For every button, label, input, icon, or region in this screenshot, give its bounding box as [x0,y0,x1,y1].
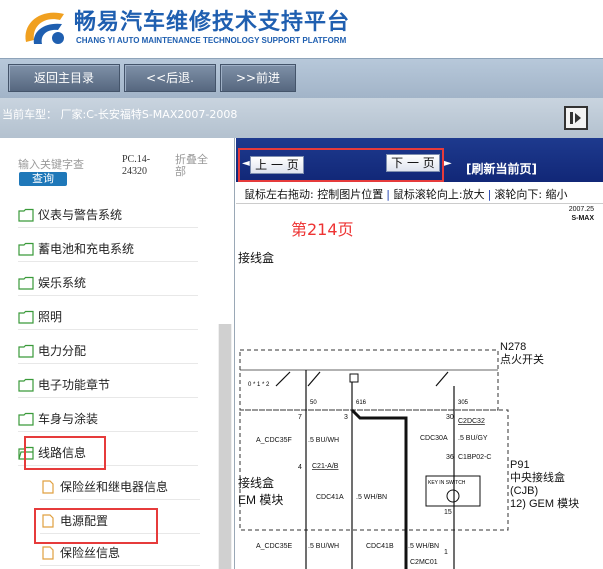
pin-4: 4 [298,464,302,471]
tree-item-instruments[interactable]: 仪表与警告系统 [18,202,198,228]
document-icon [42,479,54,494]
switch-positions: 0 * 1 * 2 [248,382,270,388]
page-navbar: ◄ 上 一 页 下 一 页 ► [刷新当前页] [236,138,603,182]
header: 畅易汽车维修技术支持平台 CHANG YI AUTO MAINTENANCE T… [0,0,603,58]
back-button[interactable]: <<后退. [124,64,216,92]
hint-drag: 鼠标左右拖动: 控制图片位置 [244,188,384,201]
num-616: 616 [356,400,367,406]
tree-item-body-paint[interactable]: 车身与涂装 [18,406,198,432]
wiring-diagram[interactable]: 2007.25 S-MAX 接线盒 接线盒 EM 模块 N278 点火开关 P9… [236,204,603,569]
wire-a-cdc35f: A_CDC35F [256,437,292,444]
main-panel: ◄ 上 一 页 下 一 页 ► [刷新当前页] 鼠标左右拖动: 控制图片位置 | 鼠… [236,138,603,569]
wire-cdc30a: CDC30A [420,435,448,442]
key-in-switch-label: KEY IN SWITCH [428,480,466,486]
tree-item-label: 蓄电池和充电系统 [38,242,135,256]
folder-icon [18,242,34,256]
pc-code: PC.14-24320 [122,154,151,177]
page-number: 第214页 [291,220,354,239]
pin-3: 3 [344,414,348,421]
document-icon [42,545,54,560]
search-button[interactable]: 查询 [19,172,67,186]
forward-button[interactable]: >>前进 [220,64,296,92]
wire-cdc41a: CDC41A [316,494,344,501]
tree-item-fuse-relay-info[interactable]: 保险丝和继电器信息 [40,474,200,500]
tree-item-label: 保险丝和继电器信息 [60,480,169,494]
brand-subtitle: CHANG YI AUTO MAINTENANCE TECHNOLOGY SUP… [76,36,347,45]
diagram-model: S-MAX [571,215,594,222]
tree-item-lighting[interactable]: 照明 [18,304,198,330]
wire-cdc30a-color: .5 BU/GY [458,435,488,442]
wire-c2dc32: C2DC32 [458,418,485,425]
tree-item-label: 保险丝信息 [60,546,121,560]
tree-item-label: 娱乐系统 [38,276,87,290]
wire-c21-ab: C21-A/B [312,463,339,470]
tree-item-power-distribution[interactable]: 电力分配 [18,338,198,364]
wire-cdc41b-color: .5 WH/BN [408,543,439,550]
wire-cdc41b: CDC41B [366,543,394,550]
folder-icon [18,208,34,222]
refresh-page-link[interactable]: [刷新当前页] [466,160,537,177]
folder-icon [18,412,34,426]
tree-item-label: 车身与涂装 [38,412,99,426]
diagram-year: 2007.25 [569,206,594,213]
sidebar: 输入关键字查 查询 PC.14-24320 折叠全部 仪表与警告系统 蓄电池和充… [0,138,235,569]
home-button[interactable]: 返回主目录 [8,64,120,92]
arrow-right-icon: ► [444,158,452,169]
wire-a-cdc35f-color: .5 BU/WH [308,437,339,444]
tree-item-label: 照明 [38,310,63,324]
tree-item-entertainment[interactable]: 娱乐系统 [18,270,198,296]
ignition-label: 点火开关 [500,352,544,366]
p91-desc-2: (CJB) [510,485,538,497]
wire-c1bp02c: C1BP02-C [458,454,491,461]
arrow-right-icon [570,112,581,124]
folder-icon [18,344,34,358]
logo-icon [25,12,64,44]
wire-a-cdc35e-color: .5 BU/WH [308,543,339,550]
hint-zoom-in: 鼠标滚轮向上:放大 [392,188,485,201]
wire-cdc41a-color: .5 WH/BN [356,494,387,501]
app-window: 畅易汽车维修技术支持平台 CHANG YI AUTO MAINTENANCE T… [0,0,603,569]
tree-item-electronic-functions[interactable]: 电子功能章节 [18,372,198,398]
pin-36: 36 [446,454,454,461]
hint-bar: 鼠标左右拖动: 控制图片位置 | 鼠标滚轮向上:放大 | 滚轮向下: 缩小 [236,182,603,204]
tree-item-battery[interactable]: 蓄电池和充电系统 [18,236,198,262]
diagram-left-text-2: 接线盒 [238,475,274,490]
search-input[interactable]: 输入关键字查 [18,156,84,172]
pin-15: 15 [444,509,452,516]
diagram-left-text-3: EM 模块 [238,493,283,507]
pin-7: 7 [298,414,302,421]
brand-title: 畅易汽车维修技术支持平台 [74,10,351,35]
toolbar: 返回主目录 <<后退. >>前进 [0,58,603,98]
wire-c2mc01: C2MC01 [410,559,438,566]
model-bar: 当前车型： 厂家:C-长安福特S-MAX2007-2008 [0,98,603,138]
diagram-left-text-1: 接线盒 [238,250,274,265]
p91-desc-3: 12) GEM 模块 [510,497,579,510]
wire-a-cdc35e: A_CDC35E [256,543,293,550]
folder-icon [18,276,34,290]
hint-zoom-out: 滚轮向下: 缩小 [494,188,568,201]
collapse-all-link[interactable]: 折叠全部 [175,154,215,178]
highlight-page-nav [238,148,444,182]
hint-text: 鼠标左右拖动: 控制图片位置 | 鼠标滚轮向上:放大 | 滚轮向下: 缩小 [244,188,568,201]
pin-30: 30 [446,414,454,421]
current-model-label: 当前车型： 厂家:C-长安福特S-MAX2007-2008 [2,108,238,121]
folder-icon [18,310,34,324]
num-50: 50 [310,400,317,406]
highlight-wiring-info [24,436,106,470]
scrollbar-thumb[interactable] [219,324,231,569]
p91-desc-1: 中央接线盒 [510,470,565,484]
p91-label: P91 [510,459,530,471]
n278-label: N278 [500,341,526,353]
num-305: 305 [458,400,469,406]
tree-item-label: 电力分配 [38,344,87,358]
pin-1: 1 [444,549,448,556]
tree-item-label: 仪表与警告系统 [38,208,123,222]
tree-item-label: 电子功能章节 [38,378,111,392]
folder-icon [18,378,34,392]
sidebar-scrollbar[interactable] [218,324,232,569]
wiring-diagram-svg: 2007.25 S-MAX 接线盒 接线盒 EM 模块 N278 点火开关 P9… [238,206,594,569]
highlight-power-config [34,508,158,544]
sidebar-toggle-button[interactable] [564,106,588,130]
